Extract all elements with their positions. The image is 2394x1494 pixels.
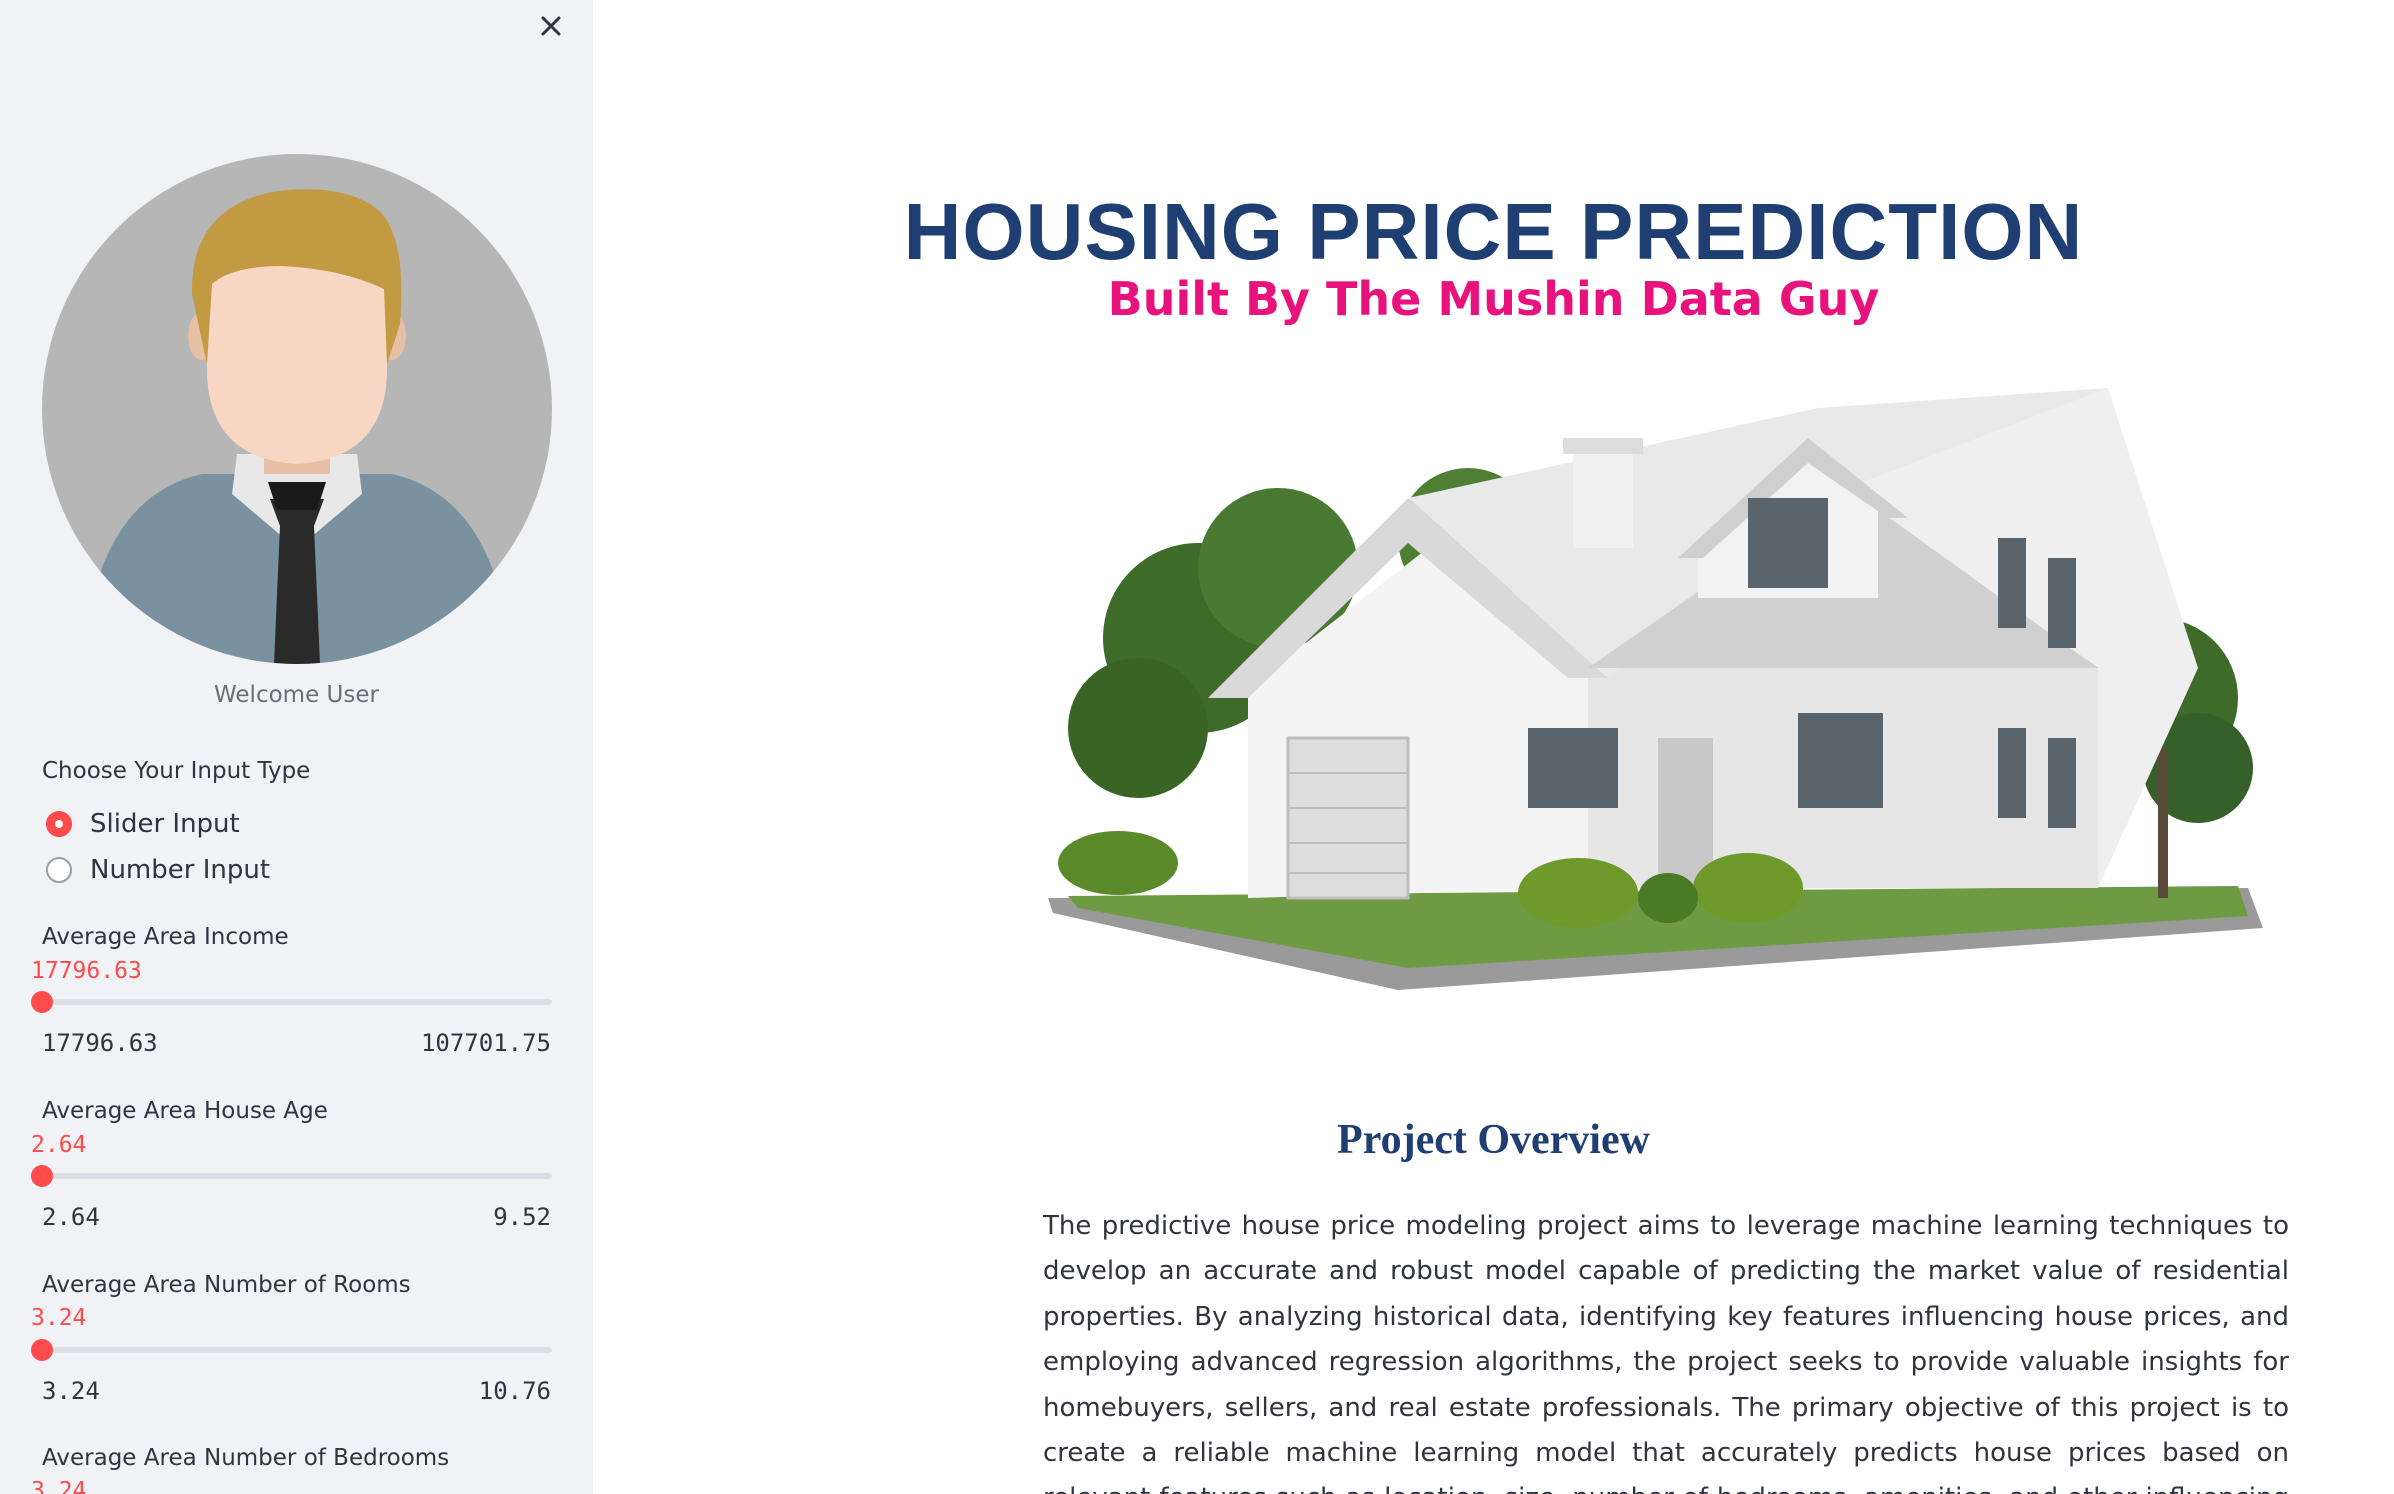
radio-selected-indicator[interactable] <box>46 811 72 837</box>
income-slider-track[interactable] <box>31 991 552 1013</box>
user-avatar <box>42 154 552 664</box>
income-slider-max: 107701.75 <box>420 1029 551 1057</box>
house-age-slider-min: 2.64 <box>42 1203 100 1231</box>
income-slider-thumb[interactable] <box>31 991 53 1013</box>
main-content: HOUSING PRICE PREDICTION Built By The Mu… <box>593 0 2394 1494</box>
income-slider-label: Average Area Income <box>42 924 289 950</box>
sidebar: Welcome User Choose Your Input Type Slid… <box>0 0 593 1494</box>
rooms-slider-thumb[interactable] <box>31 1339 53 1361</box>
rooms-slider-min: 3.24 <box>42 1377 100 1405</box>
welcome-text: Welcome User <box>214 682 379 708</box>
house-image <box>1048 388 2263 990</box>
rooms-slider-max: 10.76 <box>478 1377 551 1405</box>
income-slider-min: 17796.63 <box>42 1029 158 1057</box>
house-age-slider-track[interactable] <box>31 1165 552 1187</box>
house-age-slider-label: Average Area House Age <box>42 1098 328 1124</box>
rooms-slider-value: 3.24 <box>31 1305 87 1331</box>
section-heading-overview: Project Overview <box>1337 1117 1650 1163</box>
radio-number-input-label: Number Input <box>90 855 271 885</box>
close-sidebar-button[interactable] <box>533 8 569 44</box>
income-slider-value: 17796.63 <box>31 958 142 984</box>
page-subtitle: Built By The Mushin Data Guy <box>1107 272 1880 326</box>
house-age-slider-thumb[interactable] <box>31 1165 53 1187</box>
radio-slider-input-label: Slider Input <box>90 809 240 839</box>
rooms-slider-label: Average Area Number of Rooms <box>42 1272 411 1298</box>
overview-paragraph: The predictive house price modeling proj… <box>1043 1211 2289 1494</box>
house-age-slider-max: 9.52 <box>493 1203 551 1231</box>
input-type-label: Choose Your Input Type <box>42 758 311 784</box>
bedrooms-slider-label: Average Area Number of Bedrooms <box>42 1445 450 1471</box>
rooms-slider-track[interactable] <box>31 1339 552 1361</box>
house-age-slider-value: 2.64 <box>31 1132 87 1158</box>
close-icon <box>541 16 561 36</box>
radio-slider-input[interactable]: Slider Input <box>46 806 240 842</box>
radio-unselected-indicator[interactable] <box>46 857 72 883</box>
radio-number-input[interactable]: Number Input <box>46 852 270 888</box>
page-title: HOUSING PRICE PREDICTION <box>903 187 2084 276</box>
bedrooms-slider-value: 3.24 <box>31 1478 87 1494</box>
